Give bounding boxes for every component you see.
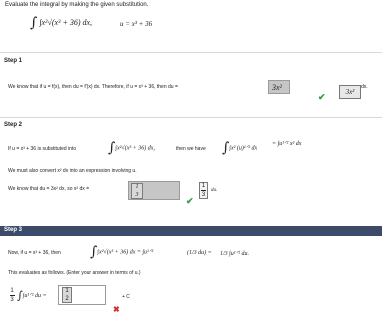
step3-lhs-integral-text: ∫u¹ᐟ² du =: [22, 292, 47, 299]
step1-text: We know that if u = f(x), then du = f′(x…: [8, 84, 178, 90]
step2-answer-echo: 1 3: [199, 182, 208, 199]
step1-answer-box[interactable]: 3x²: [268, 80, 290, 94]
fraction-bar: [9, 294, 15, 296]
divider: [0, 117, 382, 118]
step3-line1-b-text: ∫x²√(x³ + 36) dx = ∫u¹ᐟ²: [97, 249, 154, 256]
step3-line1-b: ∫∫x²√(x³ + 36) dx = ∫u¹ᐟ²: [90, 244, 154, 260]
step3-answer-input[interactable]: 1 2: [58, 285, 106, 305]
step3-answer-fraction[interactable]: 1 2: [62, 287, 72, 303]
step3-lhs-den: 3: [10, 296, 14, 303]
step2-answer-num: 1: [135, 183, 139, 190]
step2-echo-num: 1: [201, 183, 206, 189]
step3-answer-num: 1: [65, 288, 69, 294]
step3-lhs-integral: ∫∫u¹ᐟ² du =: [17, 289, 47, 302]
step2-line1-b: then we have: [176, 146, 206, 152]
step1-check-icon: ✔: [318, 92, 326, 102]
step2-line3: We know that du = 3x² dx, so x² dx =: [8, 186, 90, 192]
step2-answer-den: 3: [135, 191, 139, 198]
step2-echo-suffix: du.: [211, 188, 218, 193]
question-substitution: u = x³ + 36: [120, 20, 153, 28]
step1-answer-echo: 3x²: [339, 85, 361, 99]
fraction-bar: [201, 190, 206, 191]
step3-lhs-num: 1: [10, 287, 14, 294]
step3-line1-d: 1/3 ∫u¹ᐟ² du.: [220, 251, 249, 257]
step2-line1-c: ∫∫x² (u)¹ᐟ² dx: [222, 140, 258, 156]
step2-line2: We must also convert x² dx into an expre…: [8, 168, 137, 174]
step2-echo-den: 3: [201, 192, 206, 198]
step2-answer-box[interactable]: 1 3: [128, 181, 180, 200]
step2-line1-d: = ∫u¹ᐟ² x² dx: [272, 140, 301, 147]
step3-line1-a: Now, if u = x³ + 36, then: [8, 250, 61, 256]
step2-check-icon: ✔: [186, 196, 194, 206]
step3-lhs-fraction: 1 3: [8, 287, 16, 303]
question-integral-text: ∫x²√(x³ + 36) dx,: [39, 17, 93, 27]
step3-line1-c: (1/3 du) =: [187, 250, 212, 256]
step3-line2: This evaluates as follows. (Enter your a…: [8, 270, 141, 276]
step1-label: Step 1: [4, 58, 23, 64]
step3-label: Step 3: [4, 227, 23, 233]
step3-header: Step 3: [0, 226, 382, 236]
step2-label: Step 2: [4, 122, 23, 128]
step2-line1-d-text: = ∫u¹ᐟ² x² dx: [272, 141, 302, 147]
step2-answer-fraction: 1 3: [131, 182, 143, 199]
step2-line1-c-text: ∫x² (u)¹ᐟ² dx: [229, 145, 258, 152]
divider: [0, 52, 382, 53]
step3-answer-den: 2: [65, 296, 69, 302]
step3-cross-icon: ✖: [113, 305, 120, 314]
step3-plus-c: + C: [122, 294, 130, 300]
step2-line1-a: If u = x³ + 36 is substituted into: [8, 146, 77, 152]
step1-suffix: dx.: [361, 84, 368, 90]
question-integral: ∫ ∫x²√(x³ + 36) dx,: [30, 15, 93, 31]
instruction-text: Evaluate the integral by making the give…: [5, 2, 149, 8]
step2-integral-text: ∫x²√(x³ + 36) dx,: [115, 145, 155, 152]
step2-integral: ∫∫x²√(x³ + 36) dx,: [108, 140, 155, 156]
